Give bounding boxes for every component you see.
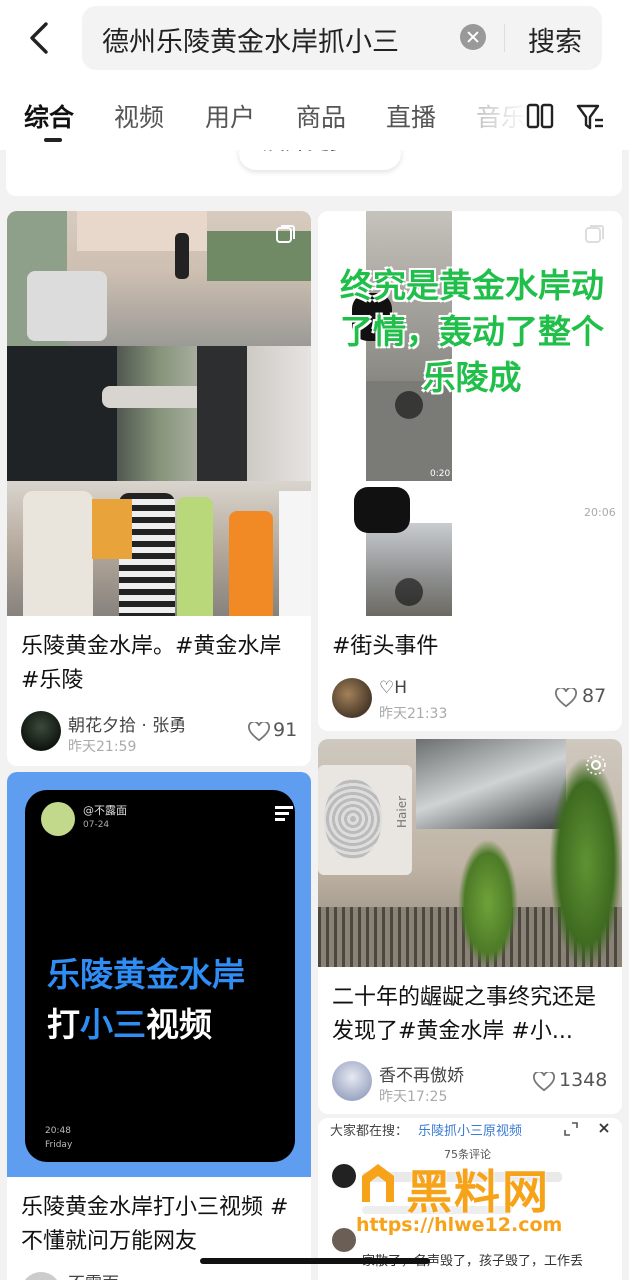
layout-icon[interactable] bbox=[526, 102, 554, 130]
search-divider bbox=[504, 24, 505, 52]
like-icon[interactable] bbox=[555, 688, 577, 708]
card-1-likes: 91 bbox=[273, 719, 298, 741]
avatar[interactable] bbox=[21, 711, 61, 751]
close-icon[interactable] bbox=[598, 1122, 610, 1134]
card-1-author[interactable]: 朝花夕拾 · 张勇 bbox=[68, 711, 186, 736]
tab-live[interactable]: 直播 bbox=[386, 98, 436, 134]
result-card-2[interactable]: 0:20 20:06 终究是黄金水岸动了情，轰动了整个乐陵成 #街头事件 ♡H … bbox=[318, 211, 622, 731]
phone-subtitle: 打小三视频 bbox=[47, 1005, 212, 1044]
multi-image-icon bbox=[276, 225, 295, 243]
card-3-author[interactable]: 不露面 bbox=[68, 1269, 119, 1280]
search-query[interactable]: 德州乐陵黄金水岸抓小三 bbox=[102, 20, 399, 59]
avatar[interactable] bbox=[332, 678, 372, 718]
card-2-time: 昨天21:33 bbox=[379, 706, 448, 722]
search-input[interactable]: 德州乐陵黄金水岸抓小三 搜索 bbox=[82, 6, 602, 70]
trending-search-link[interactable]: 乐陵抓小三原视频 bbox=[418, 1120, 522, 1139]
card-2-title[interactable]: #街头事件 bbox=[332, 630, 612, 664]
trending-search-label: 大家都在搜： bbox=[330, 1124, 409, 1139]
ac-brand: Haier bbox=[395, 795, 410, 829]
phone-title: 乐陵黄金水岸 bbox=[47, 955, 245, 994]
result-tabs: 综合 视频 用户 商品 直播 音乐 bbox=[0, 92, 629, 144]
phone-avatar bbox=[41, 802, 75, 836]
active-tab-indicator bbox=[44, 138, 62, 142]
search-header: 德州乐陵黄金水岸抓小三 搜索 综合 视频 用户 商品 直播 音乐 bbox=[0, 0, 629, 150]
menu-icon bbox=[275, 806, 293, 821]
watermark-logo-icon bbox=[362, 1164, 394, 1202]
thumbnail-panel-crowd bbox=[7, 481, 311, 616]
commenter-avatar bbox=[332, 1228, 356, 1252]
card-4-title[interactable]: 二十年的龌龊之事终究还是发现了#黄金水岸 #小... bbox=[332, 981, 612, 1049]
card-1-time: 昨天21:59 bbox=[68, 739, 137, 755]
phone-user: @不露面 bbox=[83, 804, 127, 817]
card-2-overlay-text: 终究是黄金水岸动了情，轰动了整个乐陵成 bbox=[340, 266, 604, 397]
thumbnail-video-clip-2 bbox=[366, 523, 452, 616]
expand-more-card: 展开更多 bbox=[6, 136, 622, 196]
thumbnail-plant bbox=[458, 839, 518, 967]
result-card-4[interactable]: Haier 二十年的龌龊之事终究还是发现了#黄金水岸 #小... 香不再傲娇 昨… bbox=[318, 739, 622, 1114]
watermark: 黑料网 https://hlwe12.com bbox=[356, 1156, 606, 1242]
thumbnail-plant bbox=[550, 759, 622, 967]
thumbnail-panel-stretcher bbox=[7, 346, 311, 481]
tab-products[interactable]: 商品 bbox=[296, 98, 346, 134]
card-3-title[interactable]: 乐陵黄金水岸打小三视频 #不懂就问万能网友 bbox=[21, 1191, 301, 1259]
thumbnail-broken-window bbox=[416, 739, 566, 829]
multi-image-icon bbox=[585, 225, 604, 243]
commenter-avatar bbox=[332, 1164, 356, 1188]
back-arrow-icon[interactable] bbox=[22, 20, 58, 56]
tab-users[interactable]: 用户 bbox=[205, 98, 255, 134]
phone-time: 20:48 bbox=[45, 1126, 71, 1136]
avatar[interactable] bbox=[332, 1061, 372, 1101]
tab-video[interactable]: 视频 bbox=[114, 98, 164, 134]
tabs-fade bbox=[470, 92, 530, 144]
thumbnail-ac-unit: Haier bbox=[318, 765, 412, 875]
phone-screen: @不露面 07-24 乐陵黄金水岸 打小三视频 20:48 Friday bbox=[25, 790, 295, 1162]
card-1-thumbnail[interactable] bbox=[7, 211, 311, 616]
card-3-thumbnail[interactable]: @不露面 07-24 乐陵黄金水岸 打小三视频 20:48 Friday bbox=[7, 772, 311, 1177]
tab-comprehensive[interactable]: 综合 bbox=[24, 98, 74, 134]
expand-icon bbox=[564, 1122, 578, 1136]
clear-icon[interactable] bbox=[460, 24, 486, 50]
live-photo-icon bbox=[586, 755, 606, 775]
card-2-likes: 87 bbox=[582, 685, 607, 707]
clip-duration: 0:20 bbox=[430, 469, 451, 479]
watermark-brand: 黑料网 bbox=[406, 1165, 550, 1219]
phone-day: Friday bbox=[45, 1140, 73, 1150]
card-4-time: 昨天17:25 bbox=[379, 1089, 448, 1105]
card-4-thumbnail[interactable]: Haier bbox=[318, 739, 622, 967]
result-card-1[interactable]: 乐陵黄金水岸。#黄金水岸 #乐陵 朝花夕拾 · 张勇 昨天21:59 91 bbox=[7, 211, 311, 766]
clip-timestamp: 20:06 bbox=[584, 506, 616, 519]
search-results-page: 德州乐陵黄金水岸抓小三 搜索 综合 视频 用户 商品 直播 音乐 bbox=[0, 0, 629, 1280]
card-4-author[interactable]: 香不再傲娇 bbox=[379, 1061, 464, 1086]
censor-blot bbox=[354, 487, 410, 533]
card-1-title[interactable]: 乐陵黄金水岸。#黄金水岸 #乐陵 bbox=[21, 630, 301, 698]
avatar[interactable] bbox=[21, 1272, 61, 1280]
watermark-url: https://hlwe12.com bbox=[356, 1214, 563, 1236]
home-indicator[interactable] bbox=[200, 1258, 430, 1264]
card-2-thumbnail[interactable]: 0:20 20:06 终究是黄金水岸动了情，轰动了整个乐陵成 bbox=[318, 211, 622, 616]
like-icon[interactable] bbox=[533, 1072, 555, 1092]
like-icon[interactable] bbox=[248, 722, 270, 742]
result-card-3[interactable]: @不露面 07-24 乐陵黄金水岸 打小三视频 20:48 Friday 乐陵黄… bbox=[7, 772, 311, 1280]
filter-icon[interactable] bbox=[575, 102, 605, 132]
card-4-likes: 1348 bbox=[559, 1069, 608, 1091]
card-2-author[interactable]: ♡H bbox=[379, 678, 407, 698]
thumbnail-panel-street bbox=[7, 211, 311, 346]
search-button[interactable]: 搜索 bbox=[528, 20, 582, 59]
phone-date: 07-24 bbox=[83, 820, 110, 830]
